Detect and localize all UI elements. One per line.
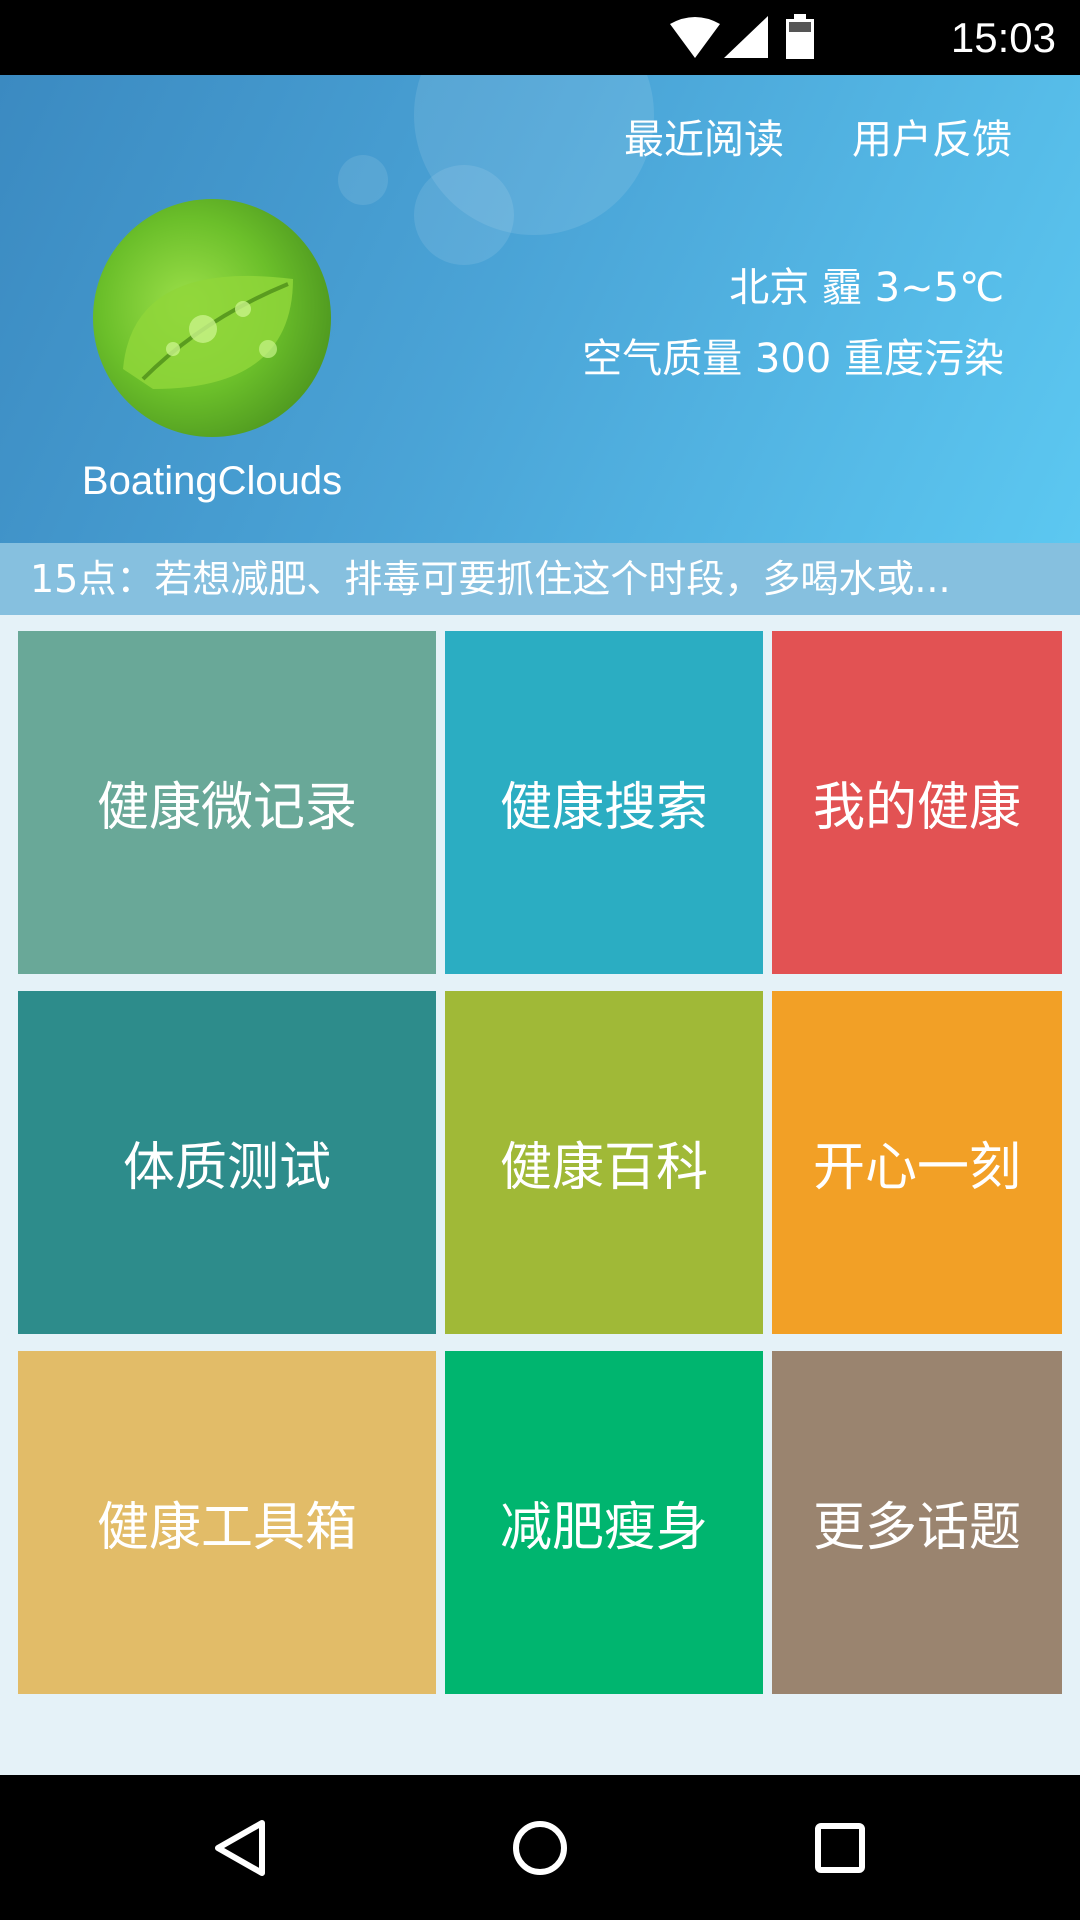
tile-weight-loss[interactable]: 减肥瘦身 — [445, 1351, 763, 1694]
clock: 15:03 — [950, 14, 1056, 61]
wifi-icon — [670, 17, 720, 58]
tile-label: 健康搜索 — [499, 778, 708, 838]
leaf-image — [123, 275, 293, 389]
header-banner: 最近阅读 用户反馈 BoatingClouds 北京 霾 3~5℃ 空气质量 3… — [0, 75, 1080, 543]
recent-reading-link[interactable]: 最近阅读 — [624, 115, 784, 165]
weather-text: 北京 霾 3~5℃ — [729, 265, 1004, 311]
air-quality-text: 空气质量 300 重度污染 — [582, 336, 1004, 382]
decor-bubble — [414, 165, 514, 265]
tile-label: 开心一刻 — [812, 1138, 1021, 1198]
home-icon[interactable] — [509, 1817, 571, 1879]
tile-health-toolbox[interactable]: 健康工具箱 — [18, 1351, 436, 1694]
tile-label: 健康微记录 — [96, 778, 357, 838]
username: BoatingClouds — [81, 459, 343, 503]
tile-constitution-test[interactable]: 体质测试 — [18, 991, 436, 1334]
tile-health-search[interactable]: 健康搜索 — [445, 631, 763, 974]
signal-icon — [724, 16, 768, 58]
tile-label: 健康工具箱 — [96, 1498, 357, 1558]
tile-label: 减肥瘦身 — [499, 1498, 708, 1558]
tile-more-topics[interactable]: 更多话题 — [772, 1351, 1062, 1694]
tile-label: 我的健康 — [812, 778, 1021, 838]
tile-my-health[interactable]: 我的健康 — [772, 631, 1062, 974]
recents-icon[interactable] — [809, 1817, 871, 1879]
health-tip-ticker[interactable]: 15点：若想减肥、排毒可要抓住这个时段，多喝水或... — [0, 543, 1080, 615]
tile-happy-moment[interactable]: 开心一刻 — [772, 991, 1062, 1334]
back-icon[interactable] — [210, 1817, 272, 1879]
status-bar: 15:03 — [0, 0, 1080, 75]
tile-health-encyclopedia[interactable]: 健康百科 — [445, 991, 763, 1334]
tile-label: 健康百科 — [499, 1138, 708, 1198]
tile-label: 更多话题 — [812, 1498, 1021, 1558]
decor-bubble — [338, 155, 388, 205]
avatar[interactable] — [93, 199, 331, 437]
tile-label: 体质测试 — [122, 1138, 331, 1198]
tile-health-micro-record[interactable]: 健康微记录 — [18, 631, 436, 974]
battery-icon — [786, 14, 814, 59]
navigation-bar — [0, 1775, 1080, 1920]
user-feedback-link[interactable]: 用户反馈 — [852, 115, 1012, 165]
